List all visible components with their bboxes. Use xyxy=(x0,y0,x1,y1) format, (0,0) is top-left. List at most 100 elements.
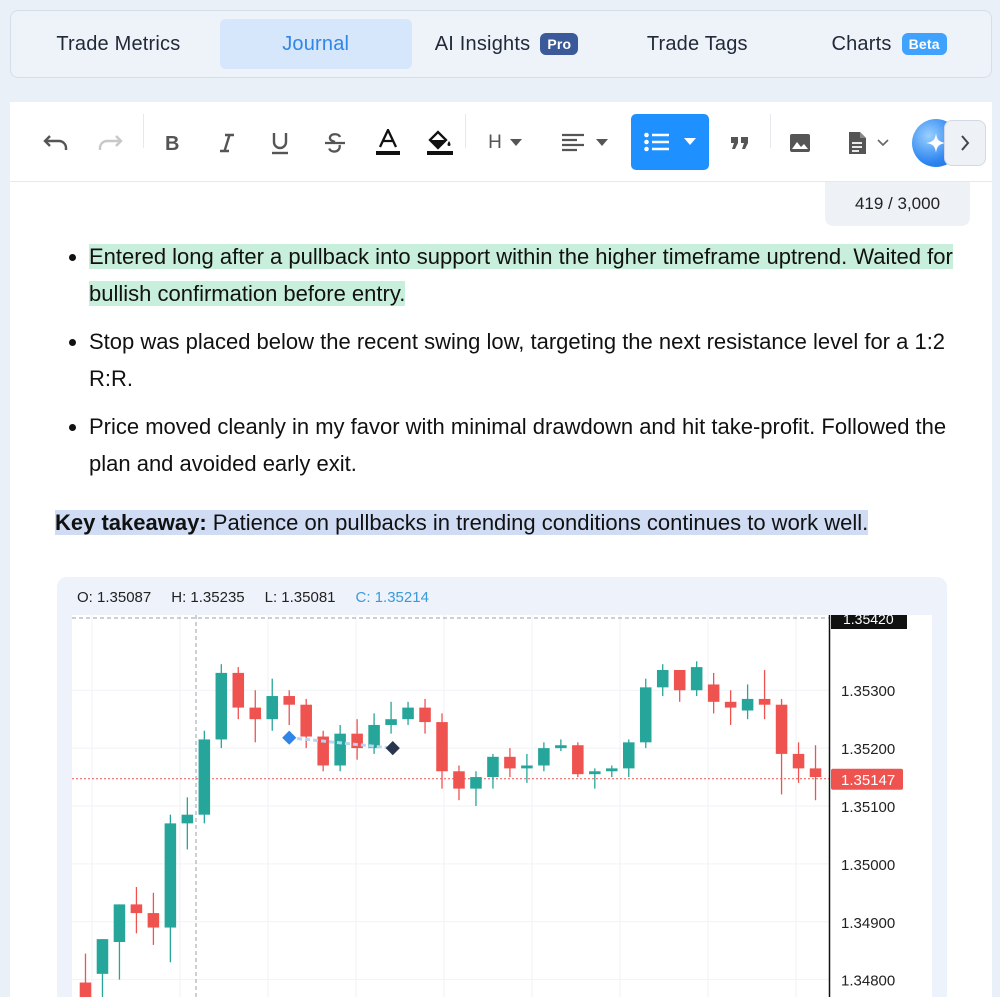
underline-icon xyxy=(272,133,288,155)
redo-icon xyxy=(98,135,123,150)
underline-button[interactable] xyxy=(262,116,298,170)
candle-body xyxy=(96,939,109,974)
toolbar-divider xyxy=(770,114,771,148)
candle-body xyxy=(283,696,295,705)
candle-body xyxy=(249,707,262,720)
price-tick-label: 1.35100 xyxy=(841,799,895,816)
trendline-anchor xyxy=(385,741,400,756)
document-dropdown[interactable] xyxy=(838,116,898,170)
candle-body xyxy=(707,684,720,702)
candle-body xyxy=(470,777,482,789)
candle-body xyxy=(622,742,635,769)
price-tick-label: 1.34800 xyxy=(841,973,895,990)
candle-body xyxy=(181,814,194,824)
highlighted-text: Entered long after a pullback into suppo… xyxy=(89,244,953,306)
bold-icon: B xyxy=(165,133,179,153)
candle-body xyxy=(436,722,448,772)
quote-icon xyxy=(731,137,748,149)
candle-body xyxy=(639,687,652,743)
candle-body xyxy=(385,719,397,725)
candle-body xyxy=(589,771,601,775)
candle-body xyxy=(130,904,143,914)
highlight-button[interactable] xyxy=(422,116,458,170)
takeaway-highlight: Key takeaway: Patience on pullbacks in t… xyxy=(55,510,869,535)
tab-journal[interactable]: Journal xyxy=(219,19,412,69)
beta-badge: Beta xyxy=(901,33,947,55)
chevron-down-icon xyxy=(877,139,889,147)
tab-trade-metrics[interactable]: Trade Metrics xyxy=(17,19,220,69)
toolbar-scroll-right-button[interactable] xyxy=(944,120,986,166)
candle-body xyxy=(487,756,499,778)
bullet-list-dropdown[interactable] xyxy=(631,114,709,170)
takeaway-text: Patience on pullbacks in trending condit… xyxy=(206,510,869,535)
svg-text:B: B xyxy=(165,133,179,153)
candle-body xyxy=(792,753,805,769)
editor-toolbar: B H xyxy=(10,102,992,182)
price-tick-label: 1.34900 xyxy=(841,915,895,932)
heading-dropdown[interactable]: H xyxy=(480,116,530,170)
candle-body xyxy=(606,768,618,772)
align-dropdown[interactable] xyxy=(557,116,613,170)
close-value: C: 1.35214 xyxy=(355,589,429,606)
italic-icon xyxy=(220,133,234,153)
text-color-icon xyxy=(376,129,400,155)
open-value: O: 1.35087 xyxy=(77,589,152,606)
candle-body xyxy=(402,707,414,720)
chevron-down-icon xyxy=(596,139,608,146)
price-tick-label: 1.35200 xyxy=(841,741,895,758)
list-item: Entered long after a pullback into suppo… xyxy=(55,238,955,312)
candle-body xyxy=(758,698,771,705)
candle-body xyxy=(673,669,686,691)
list-item: Stop was placed below the recent swing l… xyxy=(55,323,955,397)
bullet-list: Entered long after a pullback into suppo… xyxy=(55,238,955,482)
strikethrough-button[interactable] xyxy=(317,116,353,170)
tab-ai-insights[interactable]: AI Insights Pro xyxy=(412,19,602,69)
trendline-anchor xyxy=(282,730,297,745)
candlestick-plot[interactable]: 1.35300 1.35200 1.35100 1.35000 1.34900 1.348… xyxy=(72,615,932,997)
candle-body xyxy=(79,982,92,997)
candlestick-chart: 1.35300 1.35200 1.35100 1.35000 1.34900 1.348… xyxy=(72,615,932,997)
italic-button[interactable] xyxy=(209,116,245,170)
candle-body xyxy=(690,667,703,691)
candle-body xyxy=(555,745,567,749)
price-tick-label: 1.35000 xyxy=(841,857,895,874)
candle-body xyxy=(504,756,516,769)
redo-button[interactable] xyxy=(90,116,130,170)
candle-body xyxy=(724,701,737,708)
document-icon xyxy=(849,132,866,154)
candle-body xyxy=(656,669,669,688)
tab-charts[interactable]: Charts Beta xyxy=(793,19,985,69)
character-counter: 419 / 3,000 xyxy=(825,182,970,226)
editor-content[interactable]: Entered long after a pullback into suppo… xyxy=(55,238,955,493)
takeaway-label: Key takeaway: xyxy=(55,510,207,535)
toolbar-divider xyxy=(465,114,466,148)
undo-button[interactable] xyxy=(36,116,76,170)
text-color-button[interactable] xyxy=(370,116,406,170)
quote-button[interactable] xyxy=(722,116,758,170)
candle-body xyxy=(775,704,788,754)
tab-bar: Trade Metrics Journal AI Insights Pro Tra… xyxy=(10,10,992,78)
candle-body xyxy=(266,696,279,720)
image-button[interactable] xyxy=(782,116,818,170)
candle-body xyxy=(147,913,160,928)
tab-trade-tags[interactable]: Trade Tags xyxy=(601,19,793,69)
candle-body xyxy=(215,672,228,740)
align-icon xyxy=(562,133,584,152)
candle-body xyxy=(334,733,346,766)
current-price-label: 1.35147 xyxy=(841,772,895,789)
crosshair-price-label: 1.35420 xyxy=(843,615,894,627)
high-value: H: 1.35235 xyxy=(171,589,245,606)
low-value: L: 1.35081 xyxy=(264,589,336,606)
chevron-down-icon xyxy=(509,139,522,146)
candle-body xyxy=(572,745,584,775)
candle-body xyxy=(809,768,822,778)
key-takeaway: Key takeaway: Patience on pullbacks in t… xyxy=(55,504,869,541)
tab-label: Trade Metrics xyxy=(56,32,181,55)
toolbar-divider xyxy=(143,114,144,148)
price-tick-label: 1.35300 xyxy=(841,683,895,700)
candle-body xyxy=(164,823,177,928)
bold-button[interactable]: B xyxy=(155,116,191,170)
candle-body xyxy=(232,672,245,708)
candle-body xyxy=(521,765,533,769)
candle-body xyxy=(453,771,465,789)
